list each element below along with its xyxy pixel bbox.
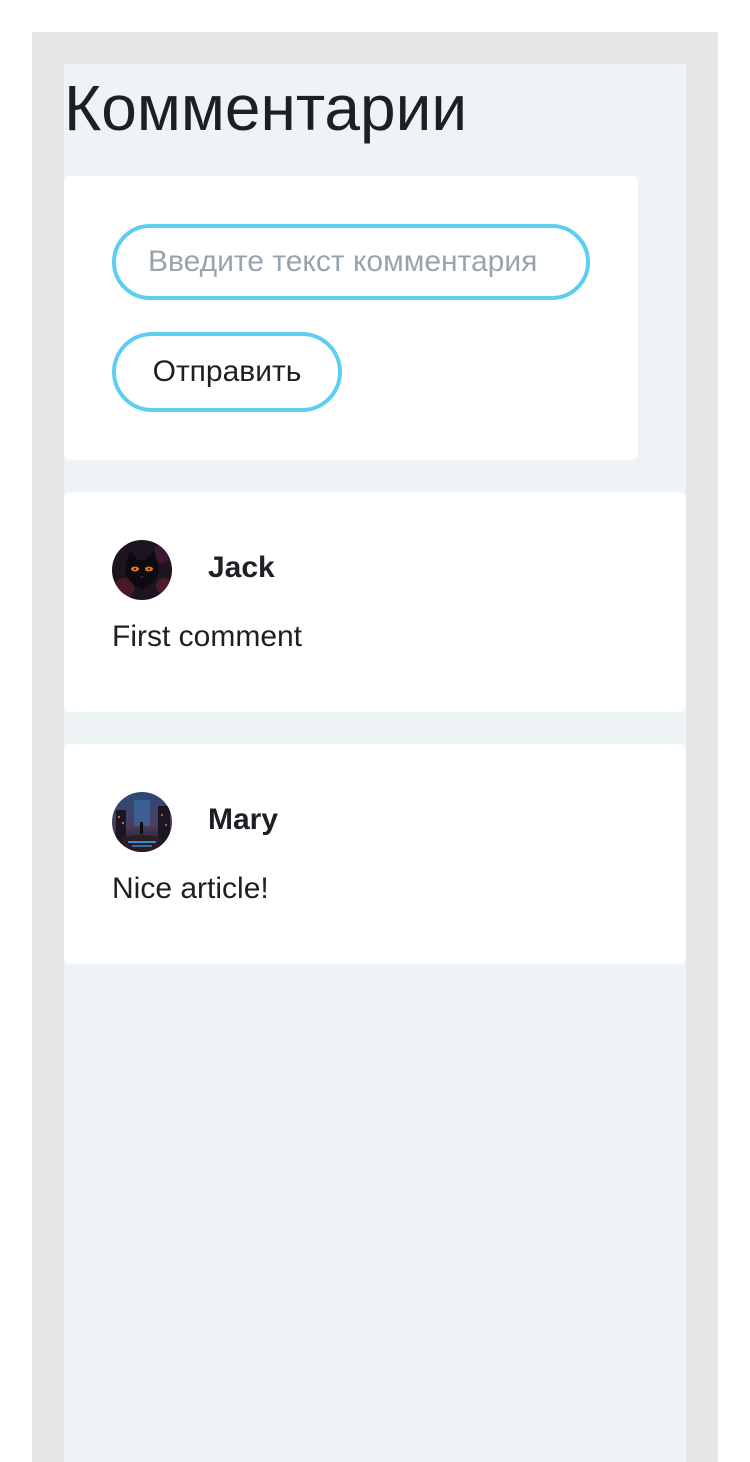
- night-city-avatar-icon: [112, 792, 172, 852]
- comment-text: First comment: [112, 620, 303, 653]
- comment-card: Mary Nice article!: [64, 744, 686, 964]
- comments-page: Комментарии Отправить: [64, 64, 686, 1462]
- black-cat-avatar-icon: [112, 540, 172, 600]
- page-title: Комментарии: [64, 72, 468, 144]
- comment-author: Mary: [208, 803, 279, 836]
- comment-card: Jack First comment: [64, 492, 686, 712]
- comment-input[interactable]: [112, 224, 590, 300]
- comment-author: Jack: [208, 551, 275, 584]
- send-button[interactable]: Отправить: [112, 332, 342, 412]
- app-frame: Комментарии Отправить: [32, 32, 718, 1462]
- comment-form: Отправить: [64, 176, 638, 460]
- comment-text: Nice article!: [112, 872, 269, 905]
